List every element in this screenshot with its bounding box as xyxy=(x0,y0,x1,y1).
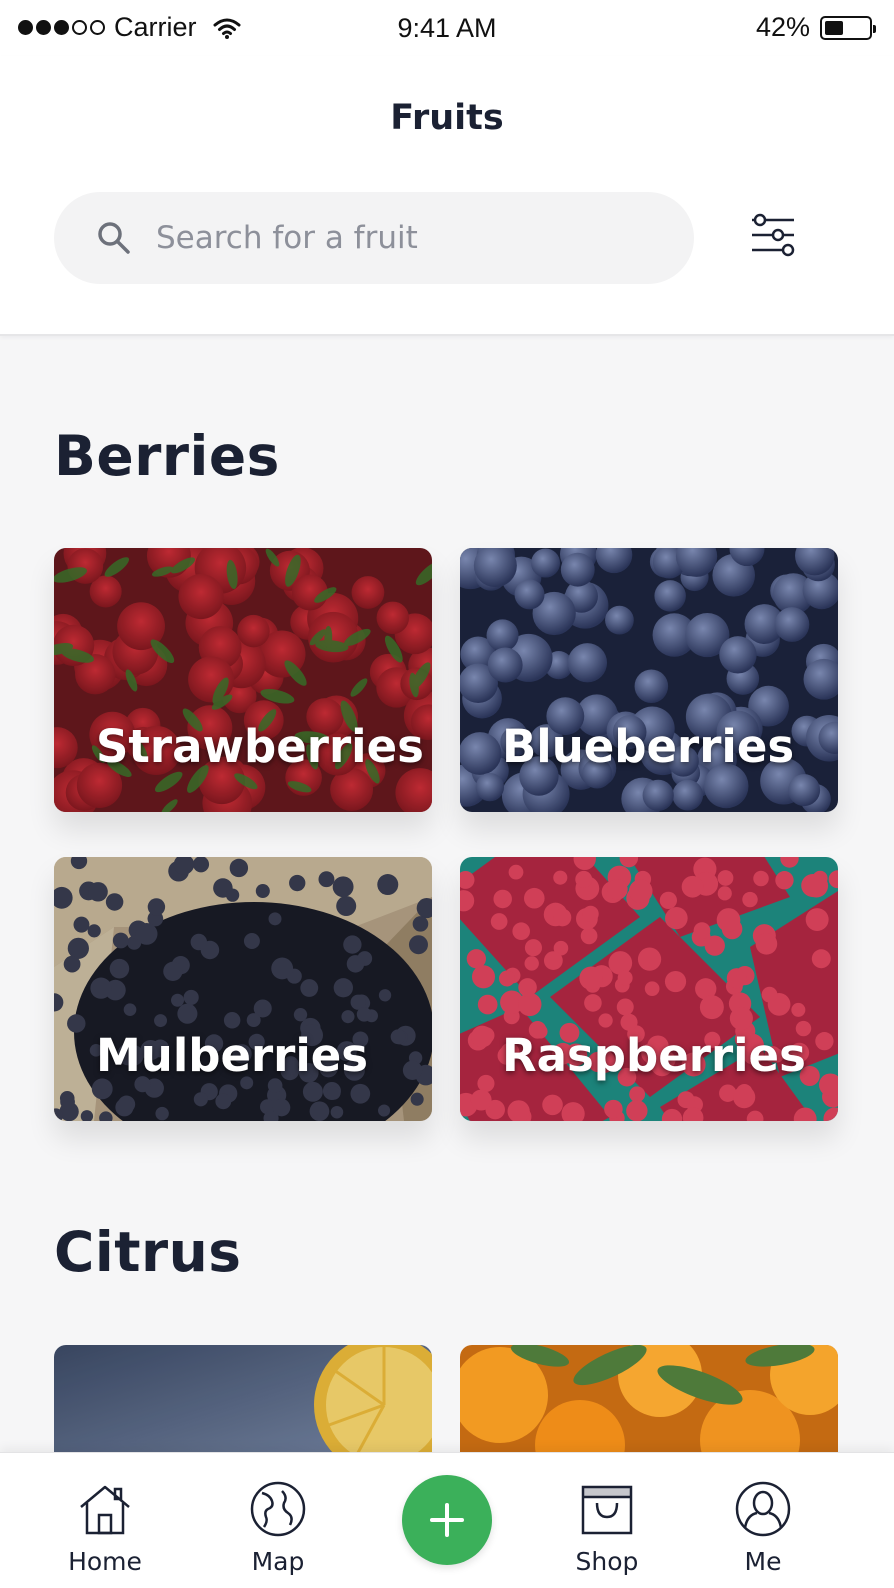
card-raspberries[interactable]: Raspberries xyxy=(460,857,838,1121)
search-input[interactable] xyxy=(156,220,616,256)
tab-label: Shop xyxy=(575,1547,639,1576)
tab-label: Map xyxy=(251,1547,305,1576)
header: Fruits xyxy=(0,56,894,336)
card-oranges[interactable] xyxy=(460,1345,838,1465)
section-title-berries: Berries xyxy=(54,424,280,488)
add-button[interactable] xyxy=(402,1475,492,1565)
oranges-image xyxy=(460,1345,838,1465)
section-title-citrus: Citrus xyxy=(54,1220,242,1284)
battery-fill xyxy=(825,20,843,35)
house-icon xyxy=(80,1485,130,1535)
battery-percent: 42% xyxy=(755,12,810,42)
shopping-bag-icon xyxy=(581,1485,633,1535)
card-mulberries[interactable]: Mulberries xyxy=(54,857,432,1121)
card-label: Strawberries xyxy=(96,720,424,773)
tab-label: Me xyxy=(744,1547,782,1576)
card-label: Raspberries xyxy=(502,1029,806,1082)
page-title: Fruits xyxy=(390,98,504,138)
sliders-icon[interactable] xyxy=(748,210,798,260)
card-lemons[interactable] xyxy=(54,1345,432,1465)
plus-icon xyxy=(430,1503,464,1537)
globe-icon xyxy=(250,1481,306,1537)
status-bar: Carrier 9:41 AM 42% xyxy=(0,0,894,56)
tab-bar: Home Map Shop Me xyxy=(0,1452,894,1588)
tab-map[interactable]: Map xyxy=(218,1453,338,1588)
tab-me[interactable]: Me xyxy=(703,1453,823,1588)
card-label: Mulberries xyxy=(96,1029,369,1082)
tab-label: Home xyxy=(68,1547,142,1576)
tab-home[interactable]: Home xyxy=(45,1453,165,1588)
status-right: 42% xyxy=(755,12,876,43)
lemon-image xyxy=(54,1345,432,1465)
user-icon xyxy=(735,1481,791,1537)
card-blueberries[interactable]: Blueberries xyxy=(460,548,838,812)
search-bar[interactable] xyxy=(54,192,694,284)
search-icon xyxy=(98,222,130,254)
card-label: Blueberries xyxy=(502,720,795,773)
battery-icon xyxy=(820,15,876,40)
tab-shop[interactable]: Shop xyxy=(547,1453,667,1588)
card-strawberries[interactable]: Strawberries xyxy=(54,548,432,812)
